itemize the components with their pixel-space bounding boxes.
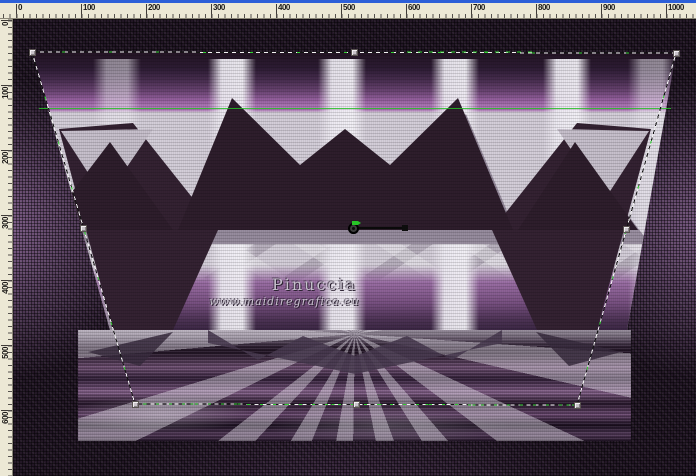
h-ruler-tick (601, 4, 602, 18)
v-ruler-label: 400 (1, 282, 10, 294)
canvas-area[interactable]: Pinuccia www.maidiregrafica.eu (13, 19, 696, 476)
h-ruler-tick (146, 4, 147, 18)
h-ruler-label: 300 (213, 3, 225, 12)
artwork-floor-crown (88, 330, 621, 374)
handle-bottom-left[interactable] (132, 401, 139, 408)
h-ruler-label: 600 (408, 3, 420, 12)
v-ruler-tick (1, 215, 12, 216)
rotation-handle[interactable] (402, 225, 408, 231)
v-ruler-tick (1, 280, 12, 281)
handle-top-left[interactable] (29, 49, 36, 56)
h-ruler-label: 700 (473, 3, 485, 12)
handle-middle-right[interactable] (623, 226, 630, 233)
v-ruler-label: 200 (1, 152, 10, 164)
h-ruler-label: 200 (148, 3, 160, 12)
vertical-ruler[interactable]: 0 100 200 300 400 500 600 (0, 19, 13, 476)
app-window: 0 100 200 300 400 500 600 700 800 900 1000 0 100 200… (0, 0, 696, 476)
h-ruler-tick (276, 4, 277, 18)
v-ruler-tick (1, 20, 12, 21)
h-ruler-label: 400 (278, 3, 290, 12)
h-ruler-label: 900 (603, 3, 615, 12)
v-ruler-label: 100 (1, 87, 10, 99)
handle-top-center[interactable] (351, 49, 358, 56)
h-ruler-tick (666, 4, 667, 18)
h-ruler-label: 1000 (668, 3, 684, 12)
v-ruler-label: 0 (1, 22, 10, 26)
h-ruler-label: 0 (18, 3, 22, 12)
h-ruler-tick (211, 4, 212, 18)
h-ruler-tick (81, 4, 82, 18)
rotation-arm (358, 227, 405, 229)
h-ruler-label: 500 (343, 3, 355, 12)
green-guide-line (39, 108, 671, 109)
h-ruler-label: 800 (538, 3, 550, 12)
h-ruler-tick (536, 4, 537, 18)
handle-middle-left[interactable] (80, 225, 87, 232)
v-ruler-tick (1, 410, 12, 411)
v-ruler-tick (1, 150, 12, 151)
handle-bottom-right[interactable] (574, 402, 581, 409)
h-ruler-tick (471, 4, 472, 18)
horizontal-ruler[interactable]: 0 100 200 300 400 500 600 700 800 900 1000 (0, 3, 696, 19)
v-ruler-tick (1, 345, 12, 346)
h-ruler-tick (406, 4, 407, 18)
handle-bottom-center[interactable] (353, 401, 360, 408)
v-ruler-tick (1, 85, 12, 86)
v-ruler-label: 300 (1, 217, 10, 229)
v-ruler-label: 600 (1, 412, 10, 424)
h-ruler-tick (16, 4, 17, 18)
artwork-floor[interactable] (78, 330, 631, 441)
h-ruler-label: 100 (83, 3, 95, 12)
handle-top-right[interactable] (673, 50, 680, 57)
v-ruler-label: 500 (1, 347, 10, 359)
h-ruler-tick (341, 4, 342, 18)
